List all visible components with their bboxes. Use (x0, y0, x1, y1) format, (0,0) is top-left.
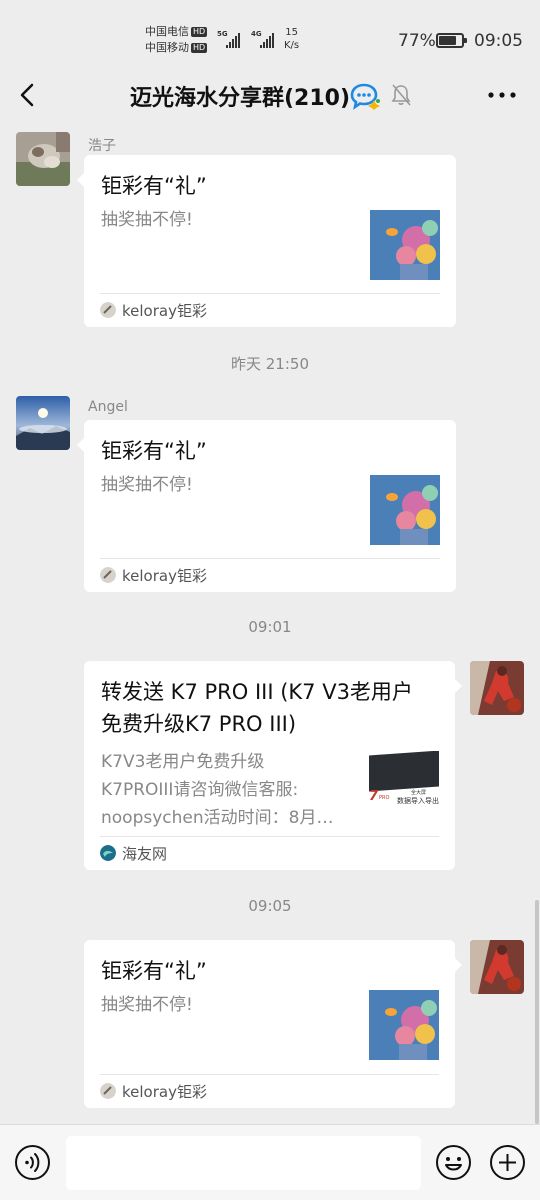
avatar-haozi[interactable] (16, 132, 70, 186)
card-source: keloray钜彩 (100, 1074, 439, 1108)
link-card[interactable]: 钜彩有“礼” 抽奖抽不停! keloray钜彩 (84, 940, 462, 1108)
card-title: 钜彩有“礼” (101, 959, 207, 983)
keloray-logo-icon (100, 302, 116, 318)
timestamp: 09:01 (248, 618, 292, 636)
card-source: keloray钜彩 (100, 293, 440, 327)
sender-name: 浩子 (88, 138, 116, 154)
avatar-image (16, 132, 70, 186)
keloray-logo-icon (100, 567, 116, 583)
link-card[interactable]: 钜彩有“礼” 抽奖抽不停! keloray钜彩 (77, 420, 456, 592)
voice-icon[interactable] (14, 1144, 51, 1181)
card-thumbnail (370, 475, 440, 545)
card-title-line1: 转发送 K7 PRO III (K7 V3老用户 (101, 680, 413, 704)
thumb-text: 数据导入导出 (397, 797, 439, 805)
carrier-info: 中国电信 HD 中国移动 HD (145, 24, 208, 56)
back-icon[interactable] (14, 80, 44, 110)
card-description-line2: K7PROIII请咨询微信客服: (101, 780, 299, 800)
card-source: keloray钜彩 (100, 558, 440, 592)
carrier-mobile: 中国移动 (145, 41, 189, 54)
sender-name: Angel (88, 399, 128, 415)
link-card[interactable]: 转发送 K7 PRO III (K7 V3老用户 免费升级K7 PRO III)… (84, 661, 462, 870)
clock: 09:05 (474, 31, 523, 51)
message-input[interactable] (66, 1136, 421, 1190)
card-source-name: 海友网 (122, 845, 168, 863)
battery-percent: 77% (398, 31, 436, 51)
card-description: 抽奖抽不停! (101, 995, 193, 1015)
card-source: 海友网 (100, 836, 439, 870)
card-thumbnail (369, 990, 439, 1060)
signal-4g-icon: 4G (251, 30, 279, 50)
avatar-image (470, 661, 524, 715)
thumb-text: 7 (369, 789, 379, 804)
keloray-logo-icon (100, 1083, 116, 1099)
input-bar (0, 1124, 540, 1200)
signal-5g-icon: 5G (217, 30, 245, 50)
card-title-line2: 免费升级K7 PRO III) (101, 712, 297, 736)
net-speed: 15 K/s (284, 26, 299, 52)
card-source-name: keloray钜彩 (122, 302, 207, 320)
carrier-telecom: 中国电信 (145, 25, 189, 38)
chat-title[interactable]: 迈光海水分享群(210) (130, 80, 350, 112)
avatar-image (16, 396, 70, 450)
timestamp: 09:05 (248, 897, 292, 915)
card-title: 钜彩有“礼” (101, 439, 207, 463)
net-speed-unit: K/s (284, 40, 300, 51)
scrollbar[interactable] (535, 900, 539, 1124)
hd-badge: HD (191, 27, 208, 37)
haiyouwang-logo-icon (100, 845, 116, 861)
more-icon[interactable] (484, 82, 520, 108)
signal-indicators: 5G 4G (217, 30, 279, 50)
emoji-icon[interactable] (435, 1144, 472, 1181)
plus-icon[interactable] (489, 1144, 526, 1181)
avatar-self[interactable] (470, 940, 524, 994)
card-description: 抽奖抽不停! (101, 475, 193, 495)
card-description: 抽奖抽不停! (101, 210, 193, 230)
battery-icon (436, 33, 467, 48)
net-speed-value: 15 (285, 27, 298, 38)
card-source-name: keloray钜彩 (122, 567, 207, 585)
thumb-text: 全大屏 (411, 790, 427, 796)
status-bar: 中国电信 HD 中国移动 HD 5G 4G 15 K/s 77% 09:05 (0, 0, 540, 70)
link-card[interactable]: 钜彩有“礼” 抽奖抽不停! keloray钜彩 (77, 155, 456, 327)
card-thumbnail (370, 210, 440, 280)
card-thumbnail: 7 PRO 全大屏 数据导入导出 (369, 751, 439, 821)
avatar-image (470, 940, 524, 994)
card-description-line3: noopsychen活动时间：8月… (101, 808, 334, 828)
mute-bell-icon (391, 84, 411, 106)
card-title: 钜彩有“礼” (101, 174, 207, 198)
thumb-text: PRO (379, 795, 390, 801)
card-source-name: keloray钜彩 (122, 1083, 207, 1101)
chat-bubble-icon (350, 83, 380, 110)
hd-badge: HD (191, 43, 208, 53)
avatar-angel[interactable] (16, 396, 70, 450)
avatar-self[interactable] (470, 661, 524, 715)
device-image (369, 751, 439, 792)
card-description-line1: K7V3老用户免费升级 (101, 752, 265, 772)
timestamp: 昨天 21:50 (231, 355, 309, 373)
chat-header: 迈光海水分享群(210) (0, 70, 540, 120)
